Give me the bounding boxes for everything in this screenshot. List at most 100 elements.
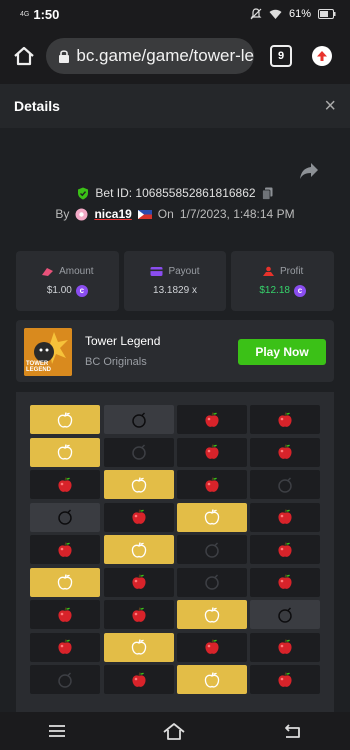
- apple-outline-icon: [56, 443, 74, 461]
- apple-icon: [276, 541, 294, 559]
- flag-icon: [137, 209, 152, 219]
- amount-icon: [42, 267, 54, 276]
- profit-stat: Profit $12.18 c: [231, 251, 335, 311]
- thumb-text: TOWER LEGEND: [26, 361, 52, 373]
- tile-picked-apple: [177, 600, 247, 629]
- back-icon[interactable]: [282, 723, 302, 739]
- on-label: On: [157, 207, 174, 221]
- play-now-button[interactable]: Play Now: [238, 339, 326, 365]
- tile-picked-apple: [30, 405, 100, 434]
- apple-icon: [130, 671, 148, 689]
- tile-apple: [177, 470, 247, 499]
- network-indicator: 4G: [20, 10, 30, 18]
- bet-datetime: 1/7/2023, 1:48:14 PM: [179, 207, 295, 221]
- apple-outline-icon: [56, 573, 74, 591]
- tile-bomb: [30, 502, 100, 532]
- tile-apple: [30, 632, 100, 662]
- apple-icon: [276, 573, 294, 591]
- home-nav-icon[interactable]: [162, 721, 186, 741]
- tile-bomb: [250, 600, 320, 629]
- update-button[interactable]: [312, 46, 332, 66]
- apple-icon: [56, 541, 74, 559]
- arrow-up-icon: [317, 51, 327, 61]
- url-text: bc.game/game/tower-le: [76, 46, 254, 65]
- tile-apple: [30, 470, 100, 499]
- profit-value: $12.18: [259, 285, 290, 296]
- tile-picked-apple: [177, 665, 247, 694]
- copy-icon[interactable]: [261, 187, 273, 200]
- apple-icon: [130, 508, 148, 526]
- tile-bomb: [177, 535, 247, 564]
- apple-icon: [276, 411, 294, 429]
- status-time: 1:50: [33, 6, 60, 22]
- amount-value-row: $1.00 c: [46, 284, 88, 297]
- share-icon[interactable]: [299, 162, 319, 180]
- details-title: Details: [14, 98, 60, 114]
- browser-toolbar: bc.game/game/tower-le 9: [0, 28, 350, 84]
- recent-apps-icon[interactable]: [48, 724, 66, 738]
- tile-apple: [250, 405, 320, 434]
- apple-icon: [203, 411, 221, 429]
- tile-apple: [30, 600, 100, 629]
- apple-outline-icon: [130, 638, 148, 656]
- bomb-icon: [203, 541, 221, 559]
- tile-apple: [177, 405, 247, 434]
- payout-stat: Payout 13.1829 x: [123, 251, 227, 311]
- home-button[interactable]: [12, 44, 36, 68]
- apple-icon: [203, 638, 221, 656]
- bomb-icon: [130, 411, 148, 429]
- tile-apple: [250, 535, 320, 564]
- bet-stats: Amount $1.00 c Payout 13.1829 x Profit $…: [16, 251, 335, 311]
- system-nav-bar: [0, 712, 350, 750]
- tile-picked-apple: [104, 632, 174, 662]
- bet-owner-row: By nica19 On 1/7/2023, 1:48:14 PM: [0, 207, 350, 221]
- lock-icon: [58, 49, 70, 63]
- tile-picked-apple: [104, 535, 174, 564]
- address-bar[interactable]: bc.game/game/tower-le: [46, 38, 254, 74]
- bomb-icon: [203, 573, 221, 591]
- tile-picked-apple: [30, 567, 100, 597]
- profit-label-row: Profit: [262, 266, 303, 277]
- apple-icon: [130, 606, 148, 624]
- apple-icon: [276, 638, 294, 656]
- tile-picked-apple: [104, 470, 174, 499]
- game-thumbnail[interactable]: TOWER LEGEND: [24, 328, 72, 376]
- wifi-icon: [269, 9, 282, 19]
- amount-label: Amount: [59, 265, 94, 277]
- apple-outline-icon: [203, 606, 221, 624]
- apple-icon: [276, 671, 294, 689]
- amount-value: $1.00: [46, 285, 72, 296]
- apple-outline-icon: [203, 508, 221, 526]
- apple-icon: [276, 508, 294, 526]
- profit-value-row: $12.18 c: [259, 284, 306, 297]
- apple-icon: [56, 606, 74, 624]
- close-icon[interactable]: ×: [324, 96, 336, 116]
- profit-label: Profit: [280, 265, 304, 277]
- amount-label-row: Amount: [41, 265, 94, 277]
- coin-icon: c: [293, 284, 306, 297]
- mute-icon: [250, 8, 262, 20]
- tile-apple: [30, 535, 100, 564]
- tile-bomb: [250, 470, 320, 499]
- tower-board: [16, 392, 334, 712]
- tile-apple: [177, 632, 247, 662]
- tab-switcher-button[interactable]: 9: [270, 45, 292, 67]
- username-link[interactable]: nica19: [94, 207, 131, 221]
- apple-icon: [56, 476, 74, 494]
- battery-icon: [318, 9, 336, 19]
- tile-apple: [104, 600, 174, 629]
- tile-apple: [104, 567, 174, 597]
- tile-bomb: [30, 665, 100, 694]
- apple-outline-icon: [130, 476, 148, 494]
- apple-icon: [276, 443, 294, 461]
- tile-apple: [250, 502, 320, 532]
- tile-apple: [177, 437, 247, 467]
- game-name[interactable]: Tower Legend: [85, 334, 160, 348]
- bomb-icon: [56, 508, 74, 526]
- bomb-icon: [276, 476, 294, 494]
- profit-icon: [263, 266, 274, 276]
- bomb-icon: [276, 606, 294, 624]
- tile-apple: [250, 665, 320, 694]
- battery-percent: 61%: [288, 8, 311, 20]
- apple-outline-icon: [56, 411, 74, 429]
